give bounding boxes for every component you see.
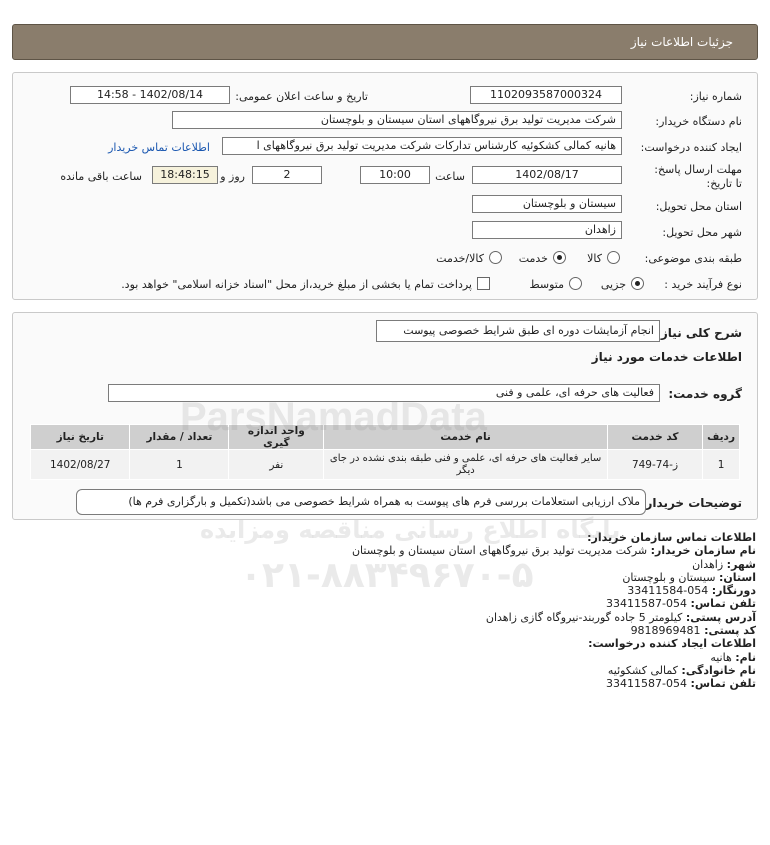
contact-city-value: زاهدان — [692, 557, 724, 571]
postal-value: 9818969481 — [630, 624, 701, 638]
creator-info-title: اطلاعات ایجاد کننده درخواست: — [588, 637, 756, 651]
buyer-contact-link[interactable]: اطلاعات تماس خریدار — [108, 141, 210, 154]
org-value: شرکت مدیریت تولید برق نیروگاههای استان س… — [351, 544, 648, 558]
need-number-label: شماره نیاز: — [689, 90, 742, 103]
category-option-goods-service: کالا/خدمت — [436, 252, 484, 265]
cell-code: ز-74-749 — [606, 449, 704, 480]
announce-label: تاریخ و ساعت اعلان عمومی: — [235, 90, 368, 103]
cell-row: 1 — [702, 449, 740, 480]
service-group-field: فعالیت های حرفه ای، علمی و فنی — [108, 384, 660, 402]
remaining-time-field: 18:48:15 — [152, 166, 218, 184]
need-info-panel — [12, 72, 758, 300]
cell-name: سایر فعالیت های حرفه ای، علمی و فنی طبقه… — [323, 449, 608, 480]
name-label: نام: — [735, 650, 756, 664]
buyer-notes-label: توضیحات خریدار: — [640, 496, 742, 510]
family-label: نام خانوادگی: — [681, 663, 756, 677]
category-label: طبقه بندی موضوعی: — [644, 252, 742, 265]
postal-label: کد پستی: — [704, 624, 756, 638]
col-qty: تعداد / مقدار — [129, 424, 230, 450]
need-number-field[interactable]: 1102093587000324 — [470, 86, 622, 104]
treasury-payment-checkbox[interactable] — [477, 277, 490, 290]
days-label: روز و — [220, 170, 245, 183]
summary-label: شرح کلی نیاز: — [656, 326, 742, 340]
col-date: تاریخ نیاز — [29, 424, 131, 450]
treasury-payment-text: پرداخت تمام یا بخشی از مبلغ خرید،از محل … — [121, 278, 472, 291]
page-header: جزئیات اطلاعات نیاز — [12, 24, 758, 60]
contact-city-label: شهر: — [726, 557, 756, 571]
category-radio-goods[interactable] — [607, 251, 620, 264]
creator-phone-label: تلفن تماس: — [690, 677, 756, 691]
buyer-field[interactable]: شرکت مدیریت تولید برق نیروگاههای استان س… — [172, 111, 622, 129]
time-label: ساعت — [435, 170, 465, 183]
process-radio-minor[interactable] — [631, 277, 644, 290]
creator-label: ایجاد کننده درخواست: — [640, 141, 742, 154]
city-label: شهر محل تحویل: — [662, 226, 742, 239]
service-group-label: گروه خدمت: — [668, 387, 742, 401]
services-table-header: ردیف کد خدمت نام خدمت واحد اندازه گیری ت… — [29, 424, 740, 450]
family-value: کمالی کشکوئیه — [607, 663, 678, 677]
process-option-medium: متوسط — [529, 278, 564, 291]
cell-qty: 1 — [129, 449, 230, 480]
category-radio-goods-service[interactable] — [489, 251, 502, 264]
deadline-label: مهلت ارسال پاسخ: تا تاریخ: — [654, 163, 742, 190]
cell-date: 1402/08/27 — [29, 449, 131, 480]
category-option-service: خدمت — [518, 252, 548, 265]
table-row: 1 ز-74-749 سایر فعالیت های حرفه ای، علمی… — [29, 449, 740, 480]
buyer-notes-field: ملاک ارزیابی استعلامات بررسی فرم های پیو… — [76, 489, 646, 515]
process-label: نوع فرآیند خرید : — [664, 278, 742, 291]
process-option-minor: جزیی — [600, 278, 626, 291]
contact-section: اطلاعات تماس سازمان خریدار: نام سازمان خ… — [352, 531, 756, 691]
name-value: هانیه — [710, 650, 732, 664]
services-table: ردیف کد خدمت نام خدمت واحد اندازه گیری ت… — [29, 424, 740, 480]
announce-field[interactable]: 1402/08/14 - 14:58 — [70, 86, 230, 104]
process-radio-medium[interactable] — [569, 277, 582, 290]
col-name: نام خدمت — [323, 424, 608, 450]
days-field[interactable]: 2 — [252, 166, 322, 184]
city-field[interactable]: زاهدان — [472, 221, 622, 239]
page-title: جزئیات اطلاعات نیاز — [630, 35, 733, 49]
summary-field: انجام آزمایشات دوره ای طبق شرایط خصوصی پ… — [376, 320, 660, 342]
cell-unit: نفر — [228, 449, 325, 480]
services-title: اطلاعات خدمات مورد نیاز — [591, 350, 742, 364]
contact-province-label: استان: — [719, 570, 756, 584]
category-radio-service[interactable] — [553, 251, 566, 264]
deadline-date-field[interactable]: 1402/08/17 — [472, 166, 622, 184]
address-label: آدرس پستی: — [685, 610, 756, 624]
contact-title: اطلاعات تماس سازمان خریدار: — [587, 531, 756, 544]
deadline-time-field[interactable]: 10:00 — [360, 166, 430, 184]
phone-label: تلفن تماس: — [690, 597, 756, 611]
org-label: نام سازمان خریدار: — [650, 544, 756, 558]
contact-province-value: سیستان و بلوچستان — [622, 570, 716, 584]
buyer-label: نام دستگاه خریدار: — [655, 115, 742, 128]
col-unit: واحد اندازه گیری — [228, 424, 325, 450]
col-row: ردیف — [702, 424, 740, 450]
fax-value: 054-33411584 — [627, 584, 709, 598]
province-field[interactable]: سیستان و بلوچستان — [472, 195, 622, 213]
address-value: کیلومتر 5 جاده گوربند-نیروگاه گازی زاهدا… — [485, 610, 683, 624]
fax-label: دورنگار: — [711, 584, 756, 598]
creator-phone-value: 054-33411587 — [606, 677, 688, 691]
creator-field[interactable]: هانیه کمالی کشکوئیه کارشناس تدارکات شرکت… — [222, 137, 622, 155]
remaining-label: ساعت باقی مانده — [60, 170, 142, 183]
phone-value: 054-33411587 — [606, 597, 688, 611]
col-code: کد خدمت — [606, 424, 704, 450]
category-option-goods: کالا — [587, 252, 602, 265]
province-label: استان محل تحویل: — [655, 200, 742, 213]
